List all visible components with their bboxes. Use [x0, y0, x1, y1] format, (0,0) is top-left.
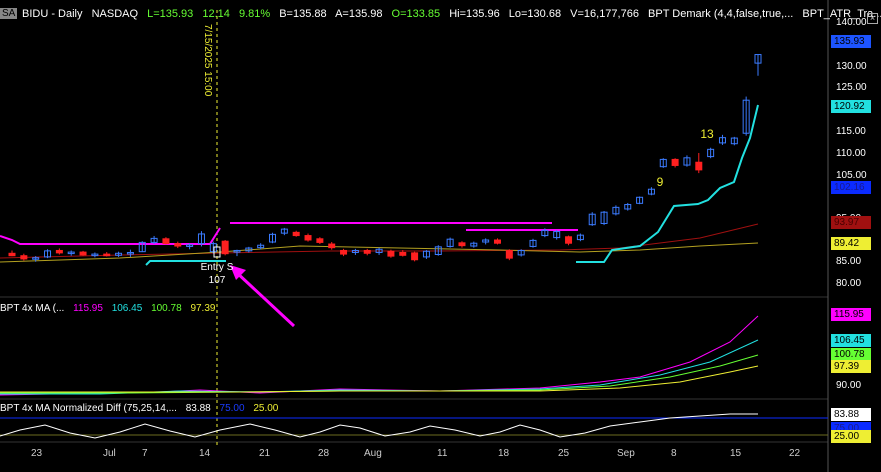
- candle-body[interactable]: [103, 253, 111, 257]
- date-tick: 28: [318, 448, 330, 459]
- date-tick: 8: [671, 448, 677, 459]
- candle-body[interactable]: [55, 249, 63, 254]
- close-icon[interactable]: ×: [867, 13, 878, 24]
- price-tick: 85.00: [836, 256, 862, 267]
- entry-label: Entry S: [201, 262, 234, 273]
- ma-green-line: [0, 354, 759, 394]
- price-tick: 80.00: [836, 278, 862, 289]
- date-tick: 23: [31, 448, 43, 459]
- ma-pane-label: BPT 4x MA (... 115.95 106.45 100.78 97.3…: [0, 303, 221, 314]
- candle-body[interactable]: [304, 235, 312, 241]
- candle-body[interactable]: [20, 255, 28, 260]
- candle-body[interactable]: [174, 243, 182, 247]
- ma-pane-lines: [0, 315, 759, 396]
- ma-cyan-box: 106.45: [831, 334, 871, 347]
- date-tick: 18: [498, 448, 510, 459]
- diff-value-blue: 75.00: [219, 403, 245, 414]
- last-price-box: 135.93: [831, 35, 871, 48]
- candle-body[interactable]: [221, 240, 229, 255]
- diff-pane-label: BPT 4x MA Normalized Diff (75,25,14,... …: [0, 403, 284, 414]
- candle-body[interactable]: [411, 252, 419, 261]
- price-change-pct: 9.81%: [238, 8, 271, 20]
- candle-body[interactable]: [695, 161, 703, 171]
- diff-white-box: 83.88: [831, 408, 871, 421]
- last-price: L=135.93: [147, 8, 194, 20]
- candle-body[interactable]: [565, 236, 573, 244]
- high-price: Hi=135.96: [449, 8, 500, 20]
- atr-trail-box: 120.92: [831, 100, 871, 113]
- candle-body[interactable]: [363, 249, 371, 254]
- diff-value-white: 83.88: [185, 403, 211, 414]
- candle-body[interactable]: [328, 243, 336, 249]
- date-tick: 25: [558, 448, 570, 459]
- ma-magenta-box: 115.95: [831, 308, 871, 321]
- candle-body[interactable]: [493, 239, 501, 244]
- demark-line-early: [0, 227, 221, 245]
- ma-value-magenta: 115.95: [73, 303, 103, 314]
- price-tick: 110.00: [836, 148, 866, 159]
- demark-9-label: 9: [657, 175, 664, 189]
- ma-value-cyan: 106.45: [111, 303, 143, 314]
- date-tick: Jul: [103, 448, 116, 459]
- candle-body[interactable]: [292, 231, 300, 237]
- candle-body[interactable]: [316, 238, 324, 243]
- chart-canvas[interactable]: 9 13 7/15/2025 15:00 Entry S 107: [0, 0, 881, 472]
- date-tick: 15: [730, 448, 742, 459]
- candle-body[interactable]: [399, 251, 407, 256]
- ma-yellow-pane-box: 97.39: [831, 360, 871, 373]
- exchange-label: NASDAQ: [91, 8, 139, 20]
- ma-pane-tick: 90.00: [836, 380, 862, 391]
- date-tick: 14: [199, 448, 211, 459]
- entry-value: 107: [209, 275, 226, 286]
- demark-level-box: 102.16: [831, 181, 871, 194]
- candle-body[interactable]: [671, 158, 679, 166]
- candle-body[interactable]: [79, 251, 87, 256]
- date-cursor-label: 7/15/2025 15:00: [202, 24, 213, 97]
- date-tick: 22: [789, 448, 801, 459]
- ma-magenta-line: [0, 315, 759, 396]
- diff-value-yellow: 25.00: [253, 403, 279, 414]
- symbol-badge[interactable]: SA: [0, 8, 18, 19]
- demark-13-label: 13: [700, 127, 714, 141]
- date-tick: 7: [142, 448, 148, 459]
- price-tick: 105.00: [836, 170, 867, 181]
- volume-label: V=16,177,766: [570, 8, 639, 20]
- candle-body[interactable]: [8, 252, 16, 257]
- diff-yellow-box: 25.00: [831, 430, 871, 443]
- price-tick: 140.00: [836, 17, 867, 28]
- candle-body[interactable]: [505, 249, 513, 259]
- study-demark-label[interactable]: BPT Demark (4,4,false,true,...: [648, 8, 793, 20]
- ma-pane-title[interactable]: BPT 4x MA (...: [0, 303, 64, 314]
- entry-arrow[interactable]: [234, 270, 296, 328]
- ma-red-box: 93.97: [831, 216, 871, 229]
- price-change: 12.14: [202, 8, 230, 20]
- price-candles: [8, 54, 762, 262]
- bid-price: B=135.88: [279, 8, 327, 20]
- open-price: O=133.85: [391, 8, 441, 20]
- ma-yellow-box: 89.42: [831, 237, 871, 250]
- price-tick: 115.00: [836, 126, 866, 137]
- ma-yellow-pane-line: [0, 365, 759, 393]
- ma-value-yellow: 97.39: [190, 303, 216, 314]
- candle-body[interactable]: [458, 242, 466, 247]
- date-tick: 11: [437, 448, 448, 459]
- candle-body[interactable]: [340, 249, 348, 255]
- price-tick: 125.00: [836, 82, 867, 93]
- low-price: Lo=130.68: [508, 8, 562, 20]
- diff-pane-title[interactable]: BPT 4x MA Normalized Diff (75,25,14,...: [0, 403, 177, 414]
- date-tick: Aug: [364, 448, 382, 459]
- price-tick: 130.00: [836, 61, 867, 72]
- date-tick: Sep: [617, 448, 635, 459]
- chart-header: BIDU - Daily NASDAQ L=135.93 12.14 9.81%…: [22, 8, 881, 22]
- atr-trail-late: [576, 104, 759, 263]
- candle-body[interactable]: [387, 250, 395, 257]
- candle-body[interactable]: [162, 238, 170, 245]
- ask-price: A=135.98: [335, 8, 383, 20]
- ma-value-green: 100.78: [151, 303, 182, 314]
- date-tick: 21: [259, 448, 271, 459]
- symbol-label: BIDU - Daily: [22, 8, 83, 20]
